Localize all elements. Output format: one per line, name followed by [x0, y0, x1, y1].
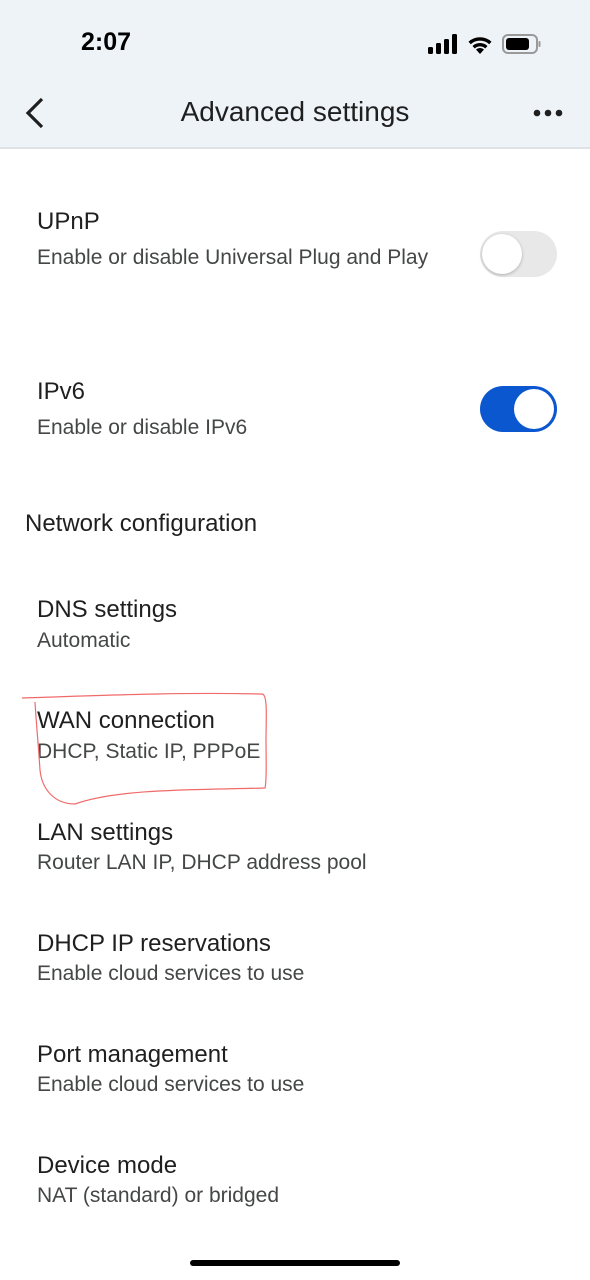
item-title: DHCP IP reservations [37, 930, 271, 957]
ipv6-title: IPv6 [37, 378, 86, 405]
item-subtitle: Enable cloud services to use [37, 962, 305, 985]
toggle-knob [514, 389, 554, 429]
item-subtitle: Automatic [37, 629, 131, 652]
wifi-icon [468, 37, 492, 54]
upnp-subtitle: Enable or disable Universal Plug and Pla… [37, 246, 429, 269]
home-indicator[interactable] [190, 1260, 400, 1266]
page-title: Advanced settings [180, 96, 410, 127]
item-title: Device mode [37, 1152, 178, 1179]
item-title: Port management [37, 1041, 228, 1068]
ipv6-subtitle: Enable or disable IPv6 [37, 416, 248, 439]
annotation-highlight [21, 692, 267, 805]
ipv6-toggle[interactable] [480, 386, 557, 432]
item-title: DNS settings [37, 596, 178, 623]
toggle-knob [482, 234, 522, 274]
upnp-toggle[interactable] [480, 231, 557, 277]
app-header: 2:07 Advanced settings [0, 0, 590, 149]
more-horizontal-icon[interactable] [532, 103, 564, 123]
item-subtitle: Enable cloud services to use [37, 1073, 305, 1096]
battery-icon [502, 34, 541, 54]
upnp-title: UPnP [37, 208, 100, 235]
item-subtitle: NAT (standard) or bridged [37, 1184, 280, 1207]
status-time: 2:07 [81, 28, 132, 56]
item-title: LAN settings [37, 819, 174, 846]
section-title-network-configuration: Network configuration [25, 510, 258, 537]
signal-icon [428, 34, 457, 54]
item-subtitle: Router LAN IP, DHCP address pool [37, 851, 367, 874]
status-icons [428, 33, 542, 55]
